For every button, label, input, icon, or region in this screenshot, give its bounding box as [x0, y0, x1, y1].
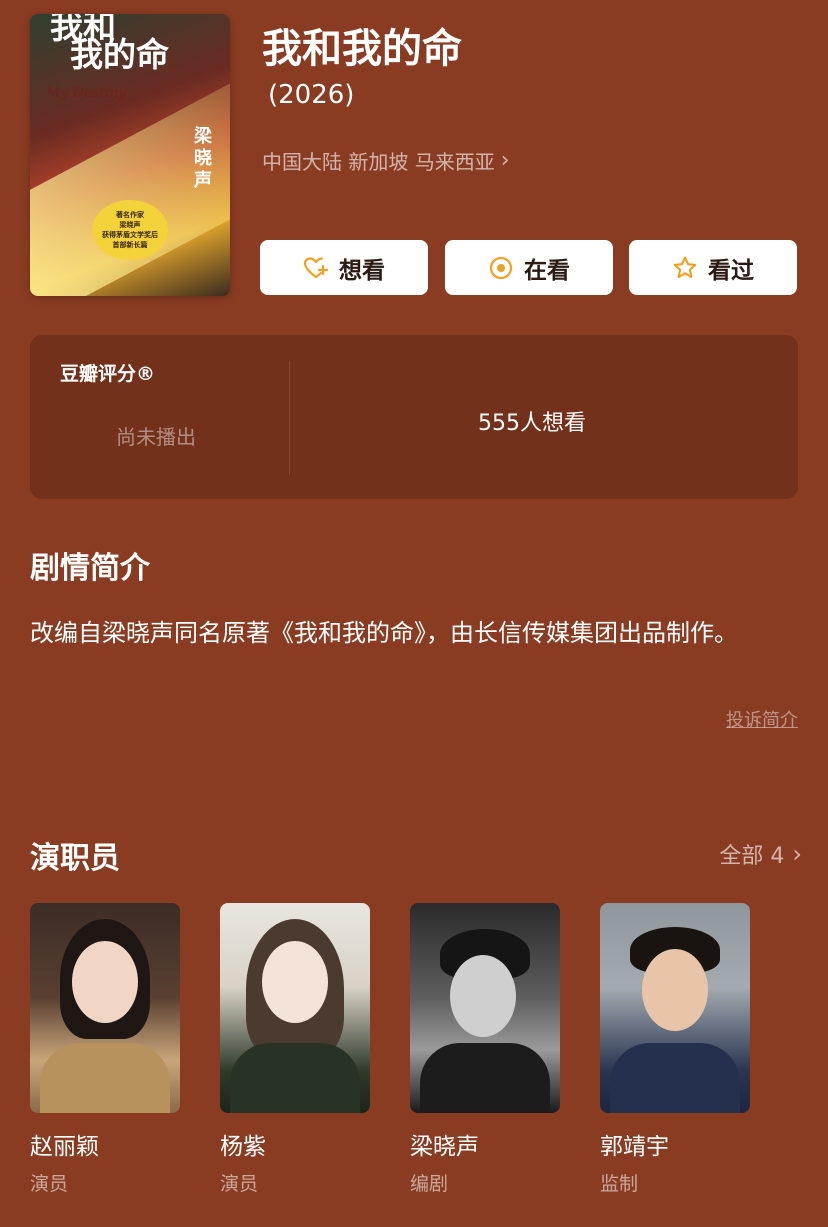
rating-divider — [289, 361, 290, 475]
rating-label: 豆瓣评分® — [60, 363, 156, 385]
target-icon — [488, 255, 514, 281]
watched-button[interactable]: 看过 — [629, 240, 797, 295]
poster-title-line-2: 我的命 — [70, 35, 169, 74]
poster-author: 梁晓声 — [194, 126, 212, 191]
cast-photo — [30, 903, 180, 1113]
show-title: 我和我的命 — [262, 26, 462, 72]
want-to-watch-label: 想看 — [339, 257, 385, 284]
cast-heading: 演职员 — [30, 841, 120, 876]
cast-all-label: 全部 4 — [719, 844, 785, 869]
rating-panel[interactable]: 豆瓣评分® 尚未播出 555人想看 — [30, 335, 798, 499]
cast-member[interactable]: 梁晓声 编剧 — [410, 903, 562, 1196]
poster-badge-line: 获得茅盾文学奖后 — [102, 230, 158, 239]
cast-photo — [220, 903, 370, 1113]
cast-role: 监制 — [600, 1173, 639, 1195]
report-synopsis-link[interactable]: 投诉简介 — [726, 706, 798, 732]
cast-photo — [600, 903, 750, 1113]
poster-badge-line: 梁晓声 — [119, 220, 141, 229]
synopsis-heading: 剧情简介 — [30, 551, 150, 586]
watching-label: 在看 — [524, 257, 570, 284]
cast-photo — [410, 903, 560, 1113]
rating-status: 尚未播出 — [116, 425, 196, 449]
poster-badge-line: 著名作家 — [116, 210, 144, 219]
cast-name: 郭靖宇 — [600, 1134, 669, 1160]
cast-name: 赵丽颖 — [30, 1134, 99, 1160]
show-poster[interactable]: 我和 我的命 My Destiny 梁晓声 著名作家 梁晓声 获得茅盾文学奖后 … — [30, 14, 230, 296]
cast-role: 编剧 — [410, 1173, 449, 1195]
synopsis-text: 改编自梁晓声同名原著《我和我的命》，由长信传媒集团出品制作。 — [30, 619, 738, 647]
cast-name: 梁晓声 — [410, 1134, 479, 1160]
show-year: (2026) — [268, 80, 355, 110]
show-regions[interactable]: 中国大陆 新加坡 马来西亚 › — [262, 146, 510, 175]
regions-text: 中国大陆 新加坡 马来西亚 — [262, 150, 495, 174]
chevron-right-icon: › — [500, 148, 510, 173]
cast-member[interactable]: 赵丽颖 演员 — [30, 903, 182, 1196]
heart-plus-icon — [303, 255, 329, 281]
cast-role: 演员 — [30, 1173, 69, 1195]
cast-role: 演员 — [220, 1173, 259, 1195]
wish-count: 555人想看 — [478, 411, 586, 436]
chevron-right-icon: › — [792, 840, 802, 868]
poster-english-title: My Destiny — [46, 85, 127, 101]
watched-label: 看过 — [708, 257, 754, 284]
poster-badge: 著名作家 梁晓声 获得茅盾文学奖后 首部新长篇 — [92, 200, 168, 260]
watching-button[interactable]: 在看 — [445, 240, 613, 295]
cast-name: 杨紫 — [220, 1134, 266, 1160]
want-to-watch-button[interactable]: 想看 — [260, 240, 428, 295]
cast-member[interactable]: 杨紫 演员 — [220, 903, 372, 1196]
cast-member[interactable]: 郭靖宇 监制 — [600, 903, 752, 1196]
poster-badge-line: 首部新长篇 — [112, 240, 148, 249]
cast-view-all-link[interactable]: 全部 4 › — [719, 838, 802, 870]
star-icon — [672, 255, 698, 281]
